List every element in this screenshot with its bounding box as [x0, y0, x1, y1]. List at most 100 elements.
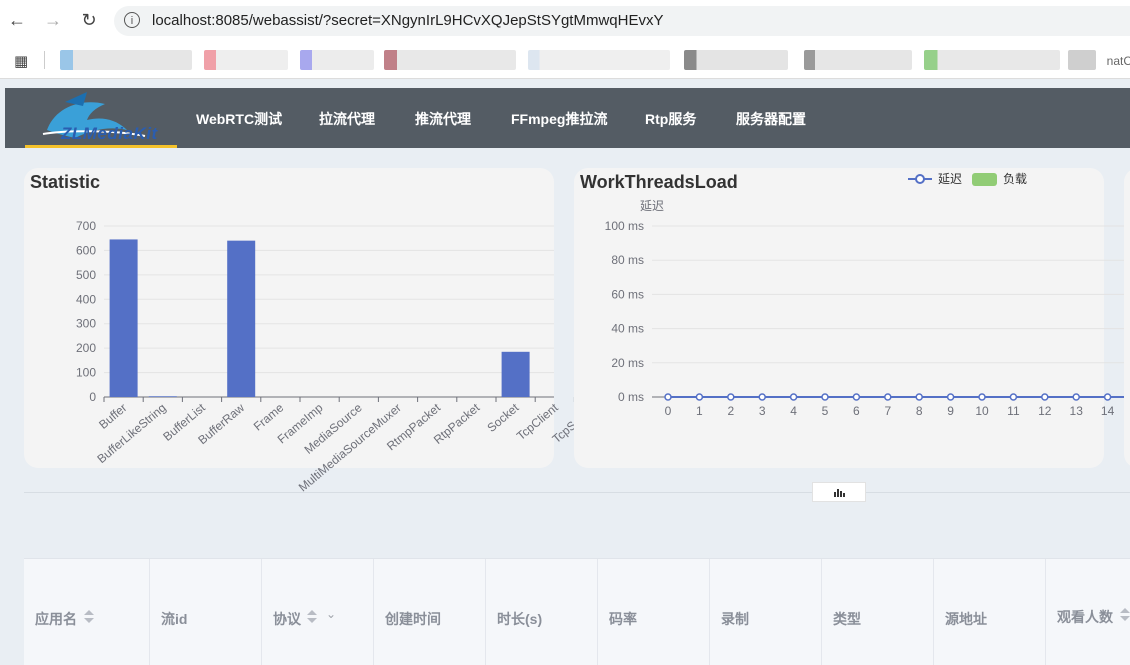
x-tick-label: 11 — [1007, 404, 1020, 418]
bookmark-item[interactable] — [60, 50, 192, 70]
logo[interactable]: ZLMediaKit — [25, 88, 177, 148]
bookmark-item[interactable] — [528, 50, 670, 70]
data-point — [758, 393, 766, 401]
legend-swatch — [972, 173, 997, 186]
x-tick-label: 4 — [790, 404, 797, 418]
data-point — [1103, 393, 1112, 401]
x-tick-label: 0 — [665, 404, 672, 418]
legend-label: 负载 — [1003, 172, 1027, 186]
chevron-down-icon[interactable]: ⌄ — [326, 607, 336, 621]
bookmark-item[interactable] — [1068, 50, 1096, 70]
y-tick-label: 600 — [76, 243, 96, 257]
legend-point-marker — [915, 174, 925, 184]
browser-toolbar: ← → ↻ i localhost:8085/webassist/?secret… — [0, 0, 1130, 43]
x-tick-label: 1 — [696, 404, 703, 418]
y-tick-label: 400 — [76, 292, 96, 306]
col-type[interactable]: 类型 — [822, 559, 934, 665]
data-point — [852, 393, 861, 401]
menu-pull-proxy[interactable]: 拉流代理 — [319, 109, 375, 129]
y-tick-label: 200 — [76, 341, 96, 355]
y-tick-label: 20 ms — [611, 356, 644, 370]
bookmark-overflow-label: natC — [1106, 54, 1130, 68]
col-protocol-label: 协议 — [273, 611, 301, 627]
y-axis-label: 延迟 — [640, 199, 664, 213]
col-bitrate-label: 码率 — [609, 611, 637, 627]
data-point — [915, 393, 923, 401]
sort-icon[interactable] — [1120, 607, 1130, 623]
bookmark-item[interactable] — [804, 50, 912, 70]
x-tick-label: 7 — [884, 404, 891, 418]
back-icon[interactable]: ← — [6, 9, 28, 31]
bookmark-item[interactable] — [300, 50, 374, 70]
bookmark-item[interactable] — [684, 50, 788, 70]
y-tick-label: 0 — [89, 390, 96, 404]
data-point — [821, 393, 829, 401]
bar — [501, 351, 530, 397]
col-created[interactable]: 创建时间 — [374, 559, 486, 665]
x-tick-label: 12 — [1038, 404, 1052, 418]
x-tick-label: 2 — [727, 404, 734, 418]
bookmark-item[interactable] — [204, 50, 288, 70]
menu-rtp-service[interactable]: Rtp服务 — [645, 109, 696, 129]
x-tick-label: 14 — [1101, 404, 1115, 418]
bookmark-item[interactable] — [924, 50, 1060, 70]
app-header: ZLMediaKit WebRTC测试 拉流代理 推流代理 FFmpeg推拉流 … — [5, 88, 1130, 148]
data-point — [1072, 393, 1080, 401]
y-tick-label: 80 ms — [611, 253, 644, 267]
col-duration-label: 时长(s) — [497, 611, 543, 627]
y-tick-label: 0 ms — [618, 390, 644, 404]
workload-chart: 0 ms20 ms40 ms60 ms80 ms100 ms延迟延迟 负载0 1 2 3… — [605, 172, 1130, 418]
y-tick-label: 500 — [76, 268, 96, 282]
menu-push-proxy[interactable]: 推流代理 — [415, 109, 471, 129]
menu-ffmpeg[interactable]: FFmpeg推拉流 — [511, 109, 607, 129]
address-bar[interactable]: i localhost:8085/webassist/?secret=XNgyn… — [114, 6, 1130, 36]
col-stream-label: 流id — [161, 611, 188, 627]
col-record[interactable]: 录制 — [710, 559, 822, 665]
forward-icon[interactable]: → — [42, 9, 64, 31]
bar — [227, 240, 256, 397]
section-divider — [24, 492, 1130, 493]
third-card — [1124, 168, 1130, 468]
y-tick-label: 60 ms — [611, 287, 644, 301]
chart-toggle-button[interactable] — [812, 482, 866, 502]
col-viewers[interactable]: 观看人数 — [1046, 559, 1130, 665]
x-tick-label: 8 — [916, 404, 923, 418]
col-app[interactable]: 应用名 — [24, 559, 150, 665]
statistic-chart: 0 100 200 300 400 500 600 700 BufferBufferLikeSt… — [76, 219, 718, 494]
col-source[interactable]: 源地址 — [934, 559, 1046, 665]
data-point — [884, 393, 892, 401]
apps-grid-icon[interactable]: ▦ — [14, 52, 28, 70]
legend-label: 延迟 — [938, 172, 962, 186]
url-text: localhost:8085/webassist/?secret=XNgynIr… — [152, 12, 664, 29]
y-tick-label: 700 — [76, 219, 96, 233]
bar — [148, 396, 177, 397]
col-stream[interactable]: 流id — [150, 559, 262, 665]
data-point — [789, 393, 798, 401]
col-protocol[interactable]: 协议 ⌄ — [262, 559, 374, 665]
reload-icon[interactable]: ↻ — [78, 9, 100, 31]
sort-icon[interactable] — [307, 609, 317, 625]
col-created-label: 创建时间 — [385, 611, 441, 627]
x-tick-label: Buffer — [96, 401, 129, 432]
menu-webrtc[interactable]: WebRTC测试 — [196, 109, 282, 129]
workload-card: WorkThreadsLoad 0 ms 20 ms 40 ms 60 ms 80 ms… — [574, 168, 1130, 468]
x-tick-label: 3 — [759, 404, 766, 418]
x-tick-label: 9 — [947, 404, 954, 418]
data-point — [727, 393, 735, 401]
site-info-icon[interactable]: i — [124, 12, 140, 28]
y-tick-label: 100 — [76, 366, 96, 380]
sort-icon[interactable] — [84, 609, 94, 625]
col-type-label: 类型 — [833, 611, 861, 627]
bookmarks-separator — [44, 51, 45, 69]
col-bitrate[interactable]: 码率 — [598, 559, 710, 665]
col-duration[interactable]: 时长(s) — [486, 559, 598, 665]
col-viewers-label: 观看人数 — [1057, 609, 1113, 625]
logo-text: ZLMediaKit — [61, 124, 158, 143]
bookmark-item[interactable] — [384, 50, 516, 70]
bar-chart-icon — [834, 489, 845, 497]
x-tick-label: 6 — [853, 404, 860, 418]
col-record-label: 录制 — [721, 611, 749, 627]
menu-server-config[interactable]: 服务器配置 — [736, 109, 806, 129]
col-app-label: 应用名 — [35, 611, 77, 627]
data-point — [1041, 393, 1049, 401]
